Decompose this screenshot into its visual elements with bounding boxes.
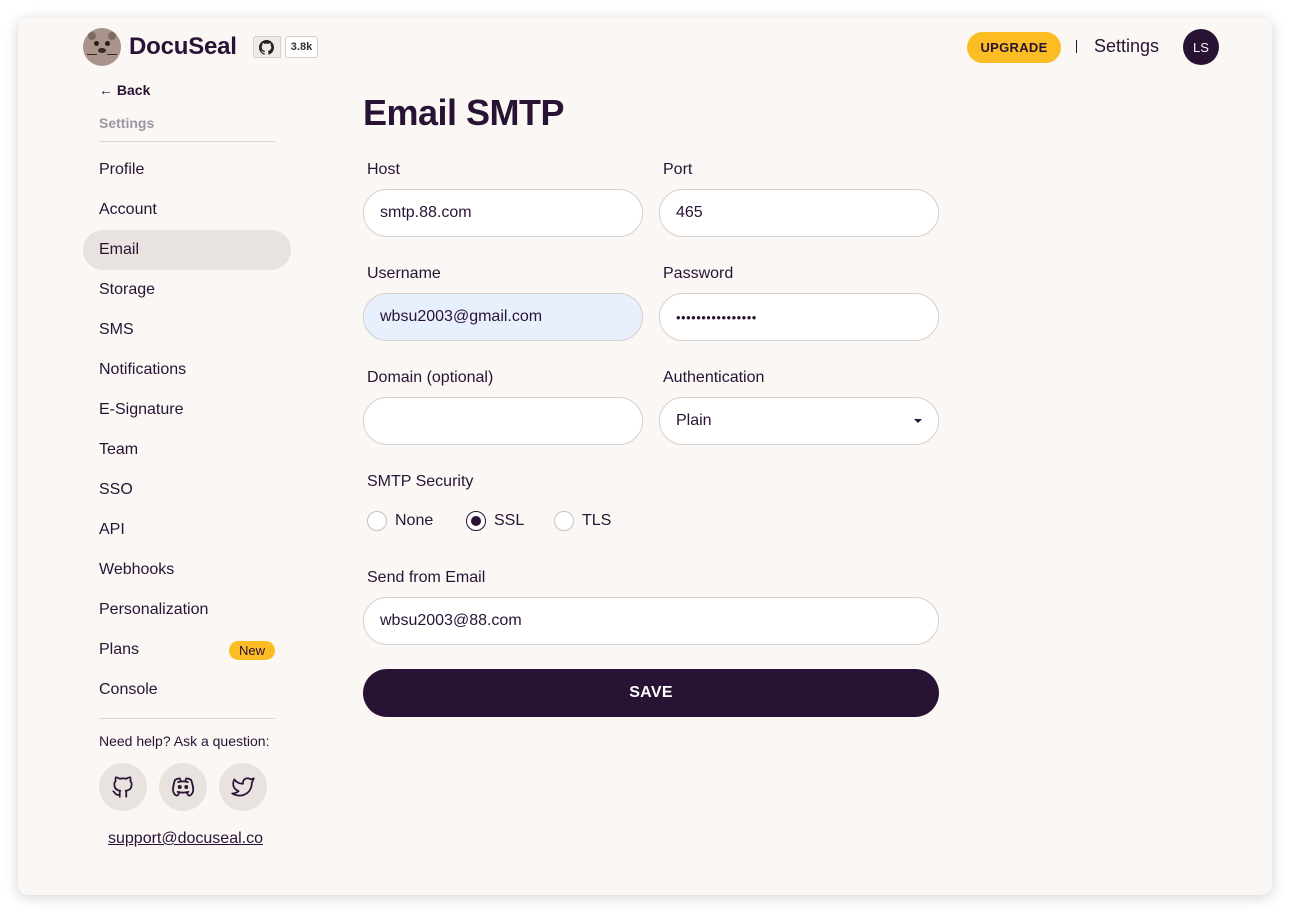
sidebar-item-label: SSO — [99, 481, 133, 498]
sidebar-item-email[interactable]: Email — [83, 230, 291, 270]
sidebar-item-label: Storage — [99, 281, 156, 298]
sidebar-item-plans[interactable]: Plans New — [83, 630, 291, 670]
send-from-label: Send from Email — [367, 569, 486, 586]
settings-menu: Profile Account Email Storage SMS Notifi… — [83, 150, 291, 710]
sidebar-item-label: Email — [99, 241, 140, 258]
authentication-selected-value: Plain — [676, 412, 712, 429]
sidebar-divider-bottom — [99, 718, 275, 719]
discord-icon — [172, 777, 195, 797]
github-stars-badge[interactable]: 3.8k — [252, 36, 319, 58]
upgrade-button[interactable]: UPGRADE — [967, 32, 1061, 63]
github-help-button[interactable] — [99, 763, 147, 811]
sidebar-item-personalization[interactable]: Personalization — [83, 590, 291, 630]
password-label: Password — [663, 265, 734, 282]
caret-down-icon — [914, 419, 922, 423]
sidebar-item-storage[interactable]: Storage — [83, 270, 291, 310]
authentication-select[interactable]: Plain — [659, 397, 939, 445]
sidebar-item-label: Console — [99, 681, 158, 698]
sidebar-item-label: Plans — [99, 641, 140, 658]
new-badge: New — [228, 640, 275, 660]
radio-label-ssl: SSL — [494, 512, 525, 529]
sidebar-item-api[interactable]: API — [83, 510, 291, 550]
github-icon — [252, 36, 281, 58]
security-option-ssl[interactable]: SSL — [466, 511, 524, 531]
sidebar-heading: Settings — [99, 115, 155, 131]
domain-label: Domain (optional) — [367, 369, 494, 386]
save-button[interactable]: SAVE — [363, 669, 939, 717]
sidebar-item-profile[interactable]: Profile — [83, 150, 291, 190]
sidebar-item-webhooks[interactable]: Webhooks — [83, 550, 291, 590]
github-icon — [112, 776, 133, 798]
radio-none[interactable] — [367, 511, 387, 531]
sidebar-item-e-signature[interactable]: E-Signature — [83, 390, 291, 430]
support-email-link[interactable]: support@docuseal.co — [108, 830, 263, 848]
sidebar-item-label: Team — [99, 441, 139, 458]
sidebar-item-label: API — [99, 521, 125, 538]
sidebar-item-label: Profile — [99, 161, 145, 178]
nav-divider — [1076, 40, 1077, 53]
port-input[interactable]: 465 — [659, 189, 939, 237]
discord-help-button[interactable] — [159, 763, 207, 811]
sidebar-item-console[interactable]: Console — [83, 670, 291, 710]
seal-logo-icon — [83, 28, 121, 66]
radio-label-tls: TLS — [582, 512, 612, 529]
username-input[interactable]: wbsu2003@gmail.com — [363, 293, 643, 341]
username-label: Username — [367, 265, 441, 282]
password-input[interactable]: •••••••••••••••• — [659, 293, 939, 341]
sidebar-item-account[interactable]: Account — [83, 190, 291, 230]
host-input[interactable]: smtp.88.com — [363, 189, 643, 237]
port-label: Port — [663, 161, 693, 178]
radio-ssl[interactable] — [466, 511, 486, 531]
sidebar-item-notifications[interactable]: Notifications — [83, 350, 291, 390]
sidebar-item-label: Personalization — [99, 601, 209, 618]
sidebar-item-label: Webhooks — [99, 561, 175, 578]
radio-label-none: None — [395, 512, 434, 529]
back-link[interactable]: ← Back — [99, 82, 150, 98]
app-window: DocuSeal 3.8k UPGRADE Settings LS ← Back… — [18, 18, 1272, 895]
twitter-help-button[interactable] — [219, 763, 267, 811]
sidebar-item-label: Notifications — [99, 361, 187, 378]
security-option-none[interactable]: None — [367, 511, 433, 531]
twitter-icon — [231, 777, 255, 797]
security-option-tls[interactable]: TLS — [554, 511, 611, 531]
sidebar-item-team[interactable]: Team — [83, 430, 291, 470]
smtp-security-label: SMTP Security — [367, 473, 474, 490]
sidebar-item-label: Account — [99, 201, 157, 218]
page-title: Email SMTP — [363, 92, 565, 133]
radio-tls[interactable] — [554, 511, 574, 531]
sidebar-item-sms[interactable]: SMS — [83, 310, 291, 350]
logo[interactable]: DocuSeal 3.8k — [83, 28, 319, 66]
sidebar-item-sso[interactable]: SSO — [83, 470, 291, 510]
host-label: Host — [367, 161, 400, 178]
sidebar-divider-top — [99, 141, 275, 142]
domain-input[interactable] — [363, 397, 643, 445]
brand-name: DocuSeal — [129, 33, 237, 60]
send-from-email-input[interactable]: wbsu2003@88.com — [363, 597, 939, 645]
authentication-label: Authentication — [663, 369, 765, 386]
sidebar-item-label: E-Signature — [99, 401, 184, 418]
nav-settings-link[interactable]: Settings — [1094, 36, 1159, 57]
avatar[interactable]: LS — [1183, 29, 1219, 65]
github-star-count: 3.8k — [284, 36, 319, 58]
sidebar-item-label: SMS — [99, 321, 134, 338]
help-text: Need help? Ask a question: — [99, 733, 270, 749]
